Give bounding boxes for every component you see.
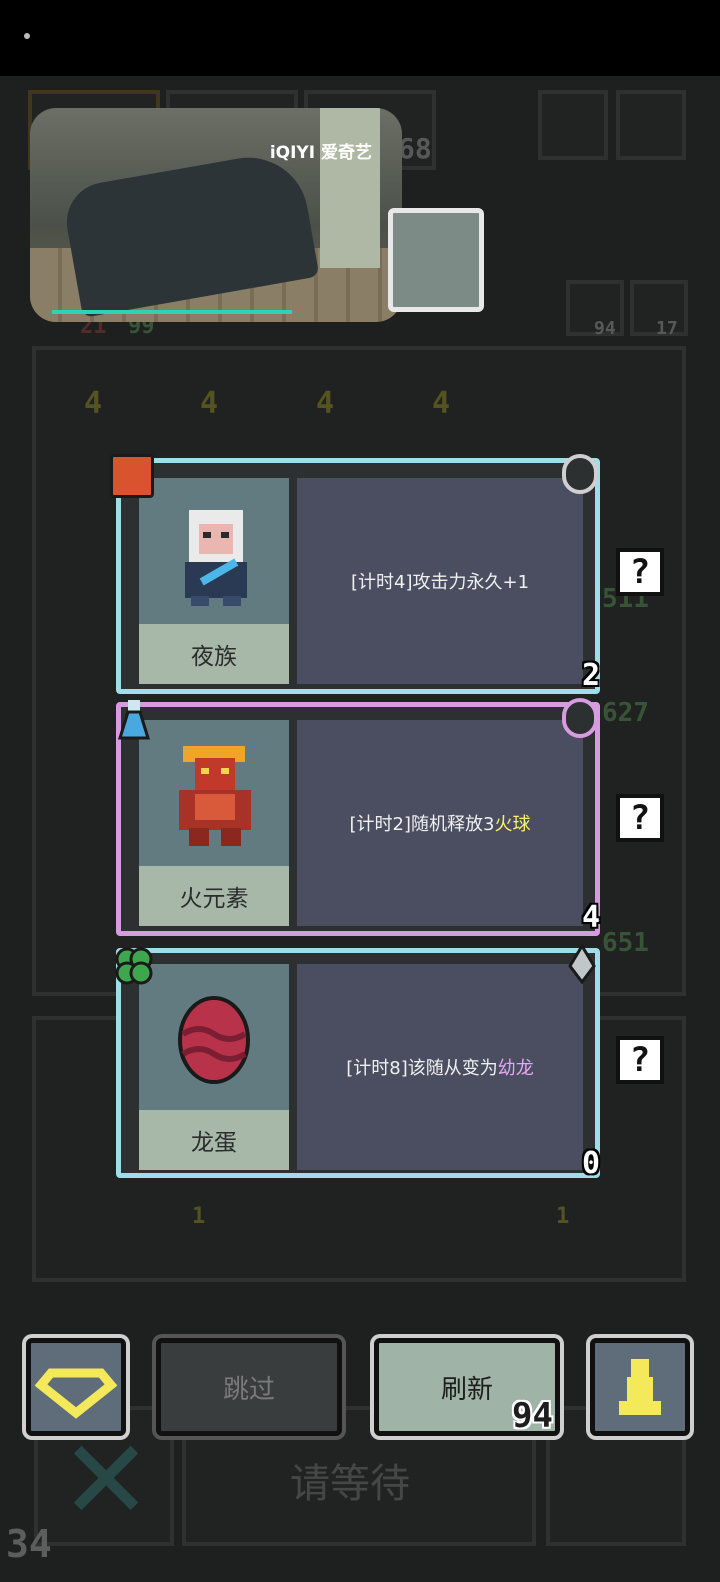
gem-button[interactable]: [26, 1338, 126, 1436]
card-name: 夜族: [191, 644, 237, 670]
unit-stat: 651: [602, 928, 649, 958]
unit-level: 4: [316, 386, 335, 421]
help-icon[interactable]: ?: [616, 794, 664, 842]
status-bar: [0, 0, 720, 76]
hero-panel: [388, 208, 484, 312]
card-name: 龙蛋: [191, 1130, 237, 1156]
inventory-count: 1: [192, 1204, 206, 1229]
vampire-icon: [185, 510, 247, 606]
refresh-cost: 94: [512, 1396, 553, 1436]
potion-icon: [112, 698, 156, 742]
video-progress[interactable]: [52, 310, 292, 314]
help-button-bg: [538, 90, 608, 160]
bottom-left-count: 34: [6, 1522, 52, 1566]
card-night-clan[interactable]: 夜族 [计时4]攻击力永久+1: [116, 458, 600, 694]
card-description: [计时2]随机释放3 火球: [297, 720, 583, 926]
card-name: 火元素: [179, 886, 249, 912]
video-logo: iQIYI 爱奇艺: [269, 143, 372, 163]
desc-text: [计时4]攻击力永久+1: [350, 572, 530, 593]
skip-label: 跳过: [222, 1374, 275, 1405]
card-divider: [292, 964, 296, 1170]
wait-label: 请等待: [290, 1461, 410, 1507]
desc-text: [计时8]该随从变为: [346, 1058, 498, 1079]
desc-highlight: 火球: [494, 814, 531, 835]
video-overlay[interactable]: iQIYI 爱奇艺: [30, 108, 402, 322]
card-portrait: [139, 478, 289, 624]
skip-button[interactable]: 跳过: [156, 1338, 342, 1436]
card-divider: [292, 720, 296, 926]
top-counter: 68: [398, 132, 432, 165]
desc-text: [计时2]随机释放3: [349, 814, 495, 835]
card-portrait-frame: 龙蛋: [139, 964, 289, 1170]
card-portrait-frame: 火元素: [139, 720, 289, 926]
sword-icon: [564, 943, 600, 985]
side-count: 94: [594, 318, 616, 339]
dragon-egg-icon: [178, 996, 250, 1084]
camera-dot: [24, 33, 30, 39]
unit-level: 4: [200, 386, 219, 421]
side-count: 17: [656, 318, 678, 339]
gem-icon: [34, 1368, 118, 1419]
card-count: 4: [582, 900, 601, 935]
help-icon[interactable]: ?: [616, 548, 664, 596]
card-description: [计时8]该随从变为 幼龙: [297, 964, 583, 1170]
card-fire-elemental[interactable]: 火元素 [计时2]随机释放3 火球: [116, 702, 600, 936]
desc-highlight: 幼龙: [497, 1058, 534, 1079]
card-portrait: [139, 964, 289, 1110]
card-count: 2: [582, 658, 601, 693]
unit-level: 4: [432, 386, 451, 421]
pawn-button[interactable]: [590, 1338, 690, 1436]
card-divider: [292, 478, 296, 684]
clover-icon: [112, 944, 156, 988]
bow-icon: [562, 454, 598, 494]
card-dragon-egg[interactable]: 龙蛋 [计时8]该随从变为 幼龙: [116, 948, 600, 1178]
card-portrait: [139, 720, 289, 866]
inventory-count: 1: [556, 1204, 570, 1229]
unit-level: 4: [84, 386, 103, 421]
card-description: [计时4]攻击力永久+1: [297, 478, 583, 684]
fire-elemental-icon: [179, 746, 251, 846]
settings-button-bg: [616, 90, 686, 160]
card-portrait-frame: 夜族: [139, 478, 289, 684]
card-count: 0: [582, 1146, 601, 1181]
bow-icon: [562, 698, 598, 738]
help-icon[interactable]: ?: [616, 1036, 664, 1084]
pawn-icon: [619, 1359, 661, 1415]
unit-stat: 627: [602, 698, 649, 728]
video-figure: [320, 108, 380, 268]
fox-icon: [110, 454, 154, 498]
